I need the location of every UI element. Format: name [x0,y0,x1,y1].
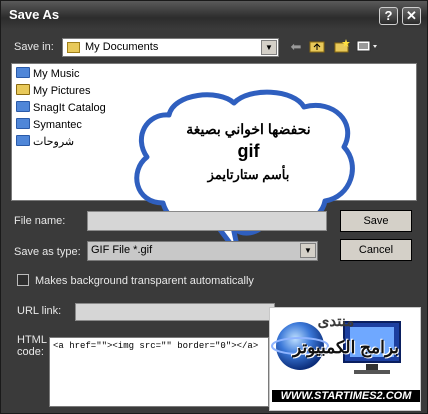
view-menu-icon[interactable] [355,39,379,55]
window-title: Save As [9,7,60,22]
startimes-logo: منتدى برامج الكمبيوتر WWW.STARTIMES2.COM [269,307,421,411]
my-documents-folder-icon [67,42,80,53]
bubble-line-1: نحفضها اخواني بصيغة [186,121,311,137]
chevron-down-icon[interactable]: ▼ [300,243,316,258]
file-name-text: My Pictures [33,85,91,97]
folder-icon [16,135,30,146]
file-name-label: File name: [14,215,66,227]
save-as-dialog: Save As ? ✕ Save in: My Documents ▼ ⬅ My… [0,0,428,414]
list-item[interactable]: Symantec [16,117,82,133]
html-code-textarea[interactable]: <a href=""><img src="" border="0"></a> [49,337,269,407]
title-bar: Save As ? ✕ [1,1,427,29]
file-name-text: My Music [33,68,80,80]
bubble-line-2: gif [237,141,260,161]
cancel-button[interactable]: Cancel [340,239,412,261]
bubble-line-3: بأسم ستارتايمز [207,167,290,182]
music-folder-icon [16,67,30,78]
chevron-down-icon[interactable]: ▼ [261,40,277,55]
transparent-checkbox[interactable] [17,274,29,286]
help-button[interactable]: ? [379,7,398,25]
save-as-type-label: Save as type: [14,246,81,258]
pictures-folder-icon [16,84,30,95]
save-in-dropdown[interactable]: My Documents ▼ [62,38,279,57]
save-in-label: Save in: [14,41,54,53]
transparent-label: Makes background transparent automatical… [35,275,254,287]
file-name-text: Symantec [33,119,82,131]
list-item[interactable]: My Pictures [16,83,90,99]
save-as-type-value: GIF File *.gif [91,244,153,256]
save-button[interactable]: Save [340,210,412,232]
logo-line-2: برامج الكمبيوتر [293,338,399,357]
url-link-input[interactable] [75,303,275,321]
url-link-label: URL link: [17,305,62,317]
up-folder-icon[interactable] [308,39,326,55]
list-item[interactable]: SnagIt Catalog [16,100,106,116]
logo-url: WWW.STARTIMES2.COM [272,390,420,402]
file-name-text: شروحات [33,136,75,148]
new-folder-icon[interactable] [333,39,351,55]
save-in-value: My Documents [85,41,159,53]
save-as-type-dropdown[interactable]: GIF File *.gif ▼ [87,241,318,261]
back-arrow-icon[interactable]: ⬅ [287,39,305,55]
logo-line-1: منتدى [317,313,355,330]
list-item[interactable]: شروحات [16,134,74,150]
list-item[interactable]: My Music [16,66,79,82]
close-button[interactable]: ✕ [402,7,421,25]
folder-icon [16,118,30,129]
file-name-text: SnagIt Catalog [33,102,106,114]
file-name-input[interactable] [87,211,327,231]
html-code-label: HTML code: [17,334,47,358]
folder-icon [16,101,30,112]
